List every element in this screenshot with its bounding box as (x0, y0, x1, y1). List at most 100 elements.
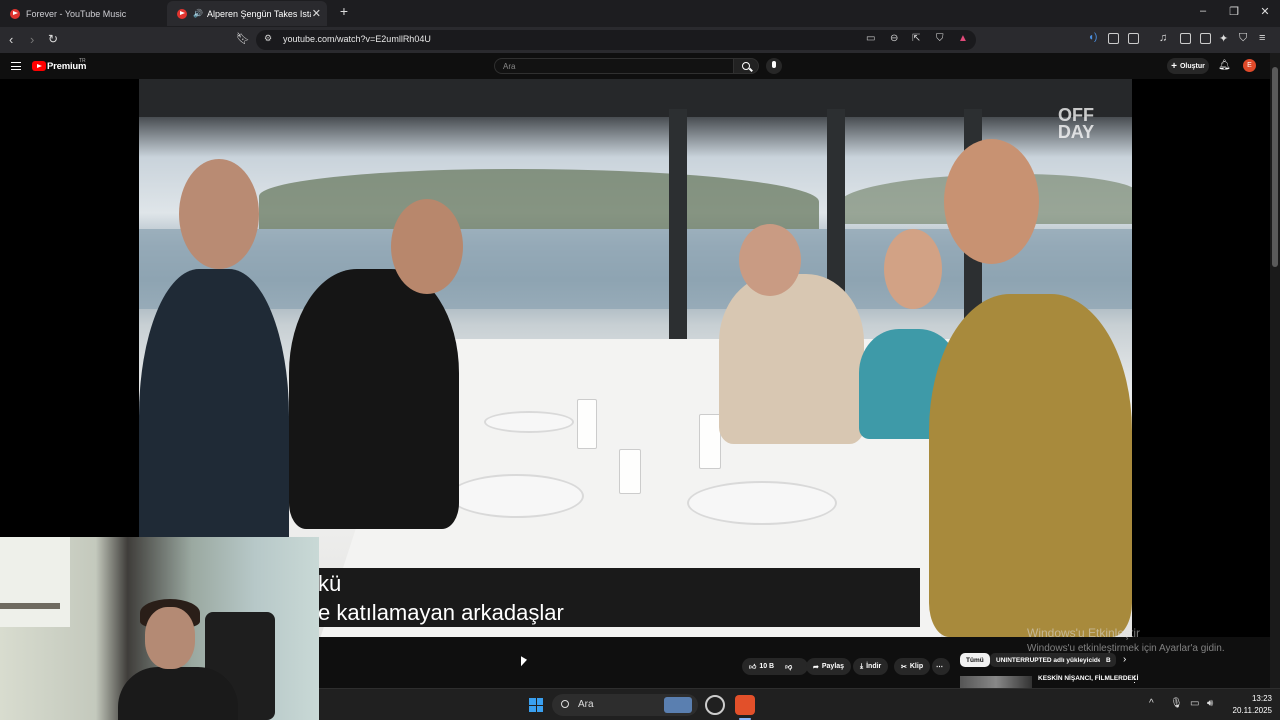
share-button[interactable]: ➦ Paylaş (806, 658, 852, 675)
avatar[interactable]: E (1243, 59, 1256, 72)
tab-label: Alperen Şengün Takes Istanb (206, 8, 311, 19)
speaker-icon: 🔊 (193, 9, 203, 18)
youtube-header: Premium TR Ara + Oluştur 🔔︎ E (0, 53, 1270, 79)
windows-taskbar: Ara ^ 🎙︎ ▭ 🔊︎ 13:23 20.11.2025 (319, 688, 1280, 720)
webcam-window-light (0, 537, 70, 627)
volume-icon[interactable]: 🔊︎ (1207, 698, 1213, 709)
video-scene-head (884, 229, 942, 309)
youtube-icon (177, 8, 187, 19)
video-scene-ceiling (139, 79, 1132, 117)
microphone-tray-icon[interactable]: 🎙︎ (1170, 698, 1183, 709)
leo-ai-icon[interactable]: ✦ (1219, 32, 1228, 45)
share-label: Paylaş (821, 663, 845, 670)
download-label: İndir (866, 663, 882, 670)
webcam-person-body (118, 667, 238, 720)
wallet-icon[interactable] (1200, 33, 1211, 44)
tray-overflow-icon[interactable]: ^ (1149, 698, 1154, 709)
vpn-shield-icon[interactable]: ⛉ (1239, 32, 1247, 45)
video-scene-plate (449, 474, 584, 518)
voice-search-button[interactable] (766, 58, 782, 74)
app-icon-github[interactable] (705, 695, 725, 715)
restore-button[interactable]: ❐ (1224, 5, 1244, 18)
chip-uploader[interactable]: UNINTERRUPTED adlı yükleyiciden (990, 653, 1112, 667)
page-scrollbar[interactable] (1270, 53, 1280, 688)
thumbs-up-icon: 👍︎ (749, 664, 757, 671)
video-scene-head (179, 159, 259, 269)
close-window-button[interactable]: ✕ (1255, 5, 1275, 18)
chevron-right-icon[interactable]: › (1123, 654, 1126, 665)
webcam-overlay (0, 537, 319, 720)
clip-button[interactable]: ✂ Klip (894, 658, 931, 675)
more-icon: ⋯ (936, 663, 943, 671)
scrollbar-thumb[interactable] (1272, 67, 1278, 267)
network-icon[interactable]: ▭ (1190, 698, 1199, 709)
extensions-icon[interactable] (1108, 33, 1119, 44)
tab-current-video[interactable]: 🔊 Alperen Şengün Takes Istanb ✕ (167, 1, 327, 26)
url-text[interactable]: youtube.com/watch?v=E2umllRh04U (283, 34, 431, 44)
back-icon[interactable]: ‹ (9, 32, 13, 47)
search-highlight-icon (664, 697, 692, 713)
screen: Forever - YouTube Music 🔊 Alperen Şengün… (0, 0, 1280, 720)
tab-youtube-music[interactable]: Forever - YouTube Music (0, 1, 165, 26)
windows-start-icon[interactable] (529, 698, 543, 712)
country-code: TR (79, 58, 86, 64)
plus-icon: + (1171, 60, 1177, 72)
recommendation-menu-icon[interactable]: ⋮ (1130, 674, 1139, 685)
recommendation-title[interactable]: KESKİN NİŞANCI, FİLMLERDEKİ (1038, 675, 1138, 682)
webcam-person-head (145, 607, 195, 669)
new-tab-button[interactable]: + (334, 3, 354, 19)
screenshot-icon[interactable] (1128, 33, 1139, 44)
share-icon: ➦ (813, 663, 819, 671)
video-scene-head (739, 224, 801, 296)
download-button[interactable]: ⤓ İndir (853, 658, 889, 675)
create-label: Oluştur (1179, 62, 1205, 70)
youtube-logo-icon[interactable] (32, 61, 46, 71)
windows-activation-title: Windows'u Etkinleştir (1027, 626, 1140, 640)
download-icon: ⤓ (860, 662, 864, 670)
notifications-bell-icon[interactable]: 🔔︎ (1218, 60, 1231, 71)
taskbar-search-text: Ara (578, 699, 594, 710)
subtitle-line-1: kü (318, 571, 342, 596)
search-button[interactable] (733, 58, 759, 74)
subtitle-box: kü e katılamayan arkadaşlar (318, 568, 920, 627)
chip-more[interactable]: B (1100, 653, 1116, 667)
zoom-icon[interactable]: ⊖ (890, 33, 898, 44)
reload-icon[interactable]: ↻ (48, 32, 58, 46)
brave-browser-icon[interactable] (735, 695, 755, 715)
subtitle-line-2: e katılamayan arkadaşlar (318, 600, 564, 625)
sidebar-icon[interactable] (1180, 33, 1191, 44)
like-button[interactable]: 👍︎ 10 B 👎︎ (742, 658, 808, 675)
create-button[interactable]: + Oluştur (1167, 58, 1209, 74)
forward-icon[interactable]: › (30, 32, 34, 47)
recommendation-thumbnail[interactable] (960, 676, 1032, 688)
brave-shield-icon[interactable]: ⛉ (936, 33, 944, 44)
audio-icon[interactable]: ◖) (1088, 32, 1097, 43)
taskbar-search[interactable]: Ara (552, 694, 698, 716)
video-scene-person (929, 294, 1132, 637)
video-scene-plate (687, 481, 837, 525)
minimize-button[interactable]: – (1193, 5, 1213, 17)
brave-rewards-icon[interactable]: ▲ (958, 33, 968, 44)
music-icon[interactable]: ♫ (1159, 32, 1167, 44)
search-input[interactable]: Ara (494, 58, 734, 74)
thumbs-down-icon[interactable]: 👎︎ (785, 662, 792, 671)
chip-all[interactable]: Tümü (960, 653, 990, 667)
site-info-icon[interactable]: ⚙ (264, 33, 272, 44)
more-actions-button[interactable]: ⋯ (932, 658, 950, 675)
address-toolbar: ‹ › ↻ 🔖︎ ⚙ youtube.com/watch?v=E2umllRh0… (0, 27, 1280, 53)
search-icon (742, 62, 750, 70)
search-placeholder: Ara (503, 62, 516, 71)
scissors-icon: ✂ (901, 663, 907, 671)
taskbar-clock[interactable]: 13:23 20.11.2025 (1222, 693, 1272, 717)
url-bar[interactable]: ⚙ youtube.com/watch?v=E2umllRh04U ▭ ⊖ ⇱ … (256, 30, 976, 50)
video-scene-glass (699, 414, 721, 469)
bookmark-icon[interactable]: 🔖︎ (236, 32, 250, 45)
close-tab-icon[interactable]: ✕ (312, 7, 321, 20)
cast-icon[interactable]: ▭ (866, 33, 875, 44)
hamburger-menu-icon[interactable] (11, 62, 21, 70)
share-icon[interactable]: ⇱ (912, 33, 920, 44)
clock-time: 13:23 (1251, 694, 1272, 703)
menu-icon[interactable]: ≡ (1259, 32, 1265, 44)
video-scene-person (289, 269, 459, 529)
video-scene-glass (619, 449, 641, 494)
